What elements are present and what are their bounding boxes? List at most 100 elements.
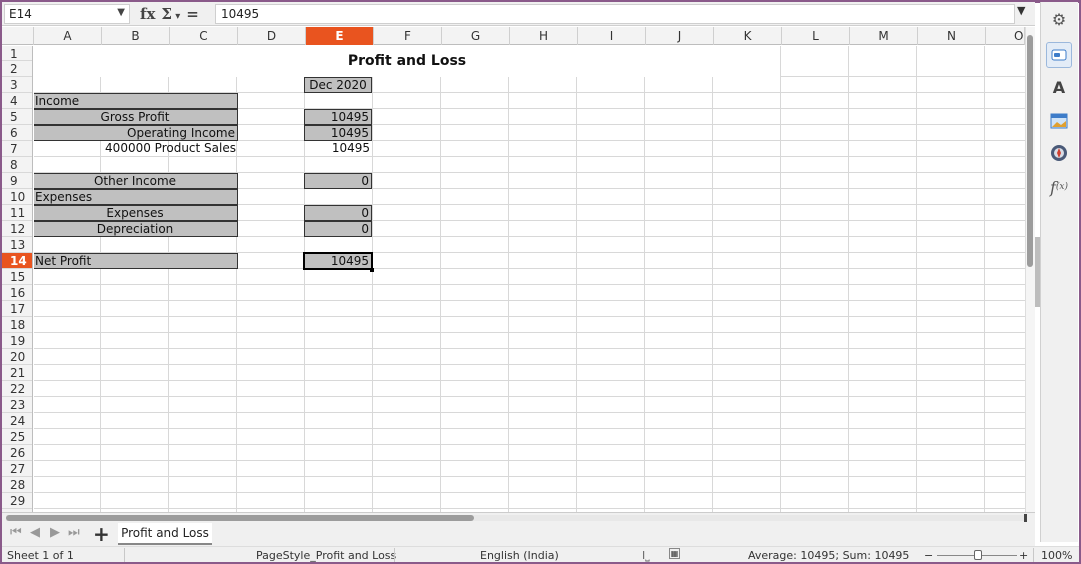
row-header[interactable]: 10	[2, 189, 32, 205]
last-sheet-icon[interactable]: ⏭	[68, 525, 80, 540]
depreciation-value-cell[interactable]: 0	[304, 221, 372, 237]
navigator-icon[interactable]	[1046, 140, 1072, 166]
row-header[interactable]: 6	[2, 125, 32, 141]
row-header[interactable]: 1	[2, 46, 32, 61]
column-header[interactable]: D	[238, 27, 306, 45]
row-header[interactable]: 9	[2, 173, 32, 189]
row-header[interactable]: 19	[2, 333, 32, 349]
row-header[interactable]: 25	[2, 429, 32, 445]
horizontal-scroll-thumb[interactable]	[6, 515, 474, 521]
row-header[interactable]: 26	[2, 445, 32, 461]
column-header[interactable]: A	[34, 27, 102, 45]
column-header[interactable]: M	[850, 27, 918, 45]
zoom-level[interactable]: 100%	[1041, 549, 1072, 562]
row-header[interactable]: 12	[2, 221, 32, 237]
gross-profit-label-cell[interactable]: Gross Profit	[34, 109, 238, 125]
grid-column-line	[916, 46, 917, 512]
fill-handle[interactable]	[370, 268, 374, 272]
row-header[interactable]: 20	[2, 349, 32, 365]
column-header-active[interactable]: E	[306, 27, 374, 45]
prev-sheet-icon[interactable]: ◀	[30, 525, 40, 540]
grid-column-line	[576, 46, 577, 512]
column-header[interactable]: J	[646, 27, 714, 45]
column-header[interactable]: K	[714, 27, 782, 45]
row-header[interactable]: 11	[2, 205, 32, 221]
functions-icon[interactable]: f (x)	[1046, 174, 1072, 200]
language[interactable]: English (India)	[480, 549, 559, 562]
equals-icon[interactable]: =	[186, 5, 199, 23]
expand-formula-icon[interactable]: ▼	[1017, 4, 1025, 17]
function-wizard-icon[interactable]: fx	[140, 5, 155, 23]
next-sheet-icon[interactable]: ▶	[50, 525, 60, 540]
column-header[interactable]: G	[442, 27, 510, 45]
insert-mode-icon[interactable]: I⎵	[642, 549, 650, 563]
row-header[interactable]: 18	[2, 317, 32, 333]
row-header[interactable]: 28	[2, 477, 32, 493]
row-header[interactable]: 24	[2, 413, 32, 429]
properties-icon[interactable]	[1046, 42, 1072, 68]
row-header[interactable]: 5	[2, 109, 32, 125]
vertical-scroll-thumb[interactable]	[1027, 35, 1033, 267]
spreadsheet-grid[interactable]: Profit and Loss Dec 2020 Income Gross Pr…	[34, 46, 1025, 512]
column-header[interactable]: O	[986, 27, 1025, 45]
zoom-out-button[interactable]: −	[924, 549, 933, 562]
income-label-cell[interactable]: Income	[34, 93, 238, 109]
expenses-value-cell[interactable]: 0	[304, 205, 372, 221]
sheet-tab-active[interactable]: Profit and Loss	[118, 523, 212, 545]
add-sheet-icon[interactable]: +	[93, 522, 110, 546]
name-box[interactable]: E14 ▼	[4, 4, 130, 24]
column-header[interactable]: L	[782, 27, 850, 45]
zoom-slider-knob[interactable]	[974, 550, 982, 560]
operating-income-value-cell[interactable]: 10495	[304, 125, 372, 141]
vertical-scrollbar[interactable]	[1025, 27, 1035, 512]
gallery-icon[interactable]	[1046, 108, 1072, 134]
other-income-value-cell[interactable]: 0	[304, 173, 372, 189]
row-header[interactable]: 27	[2, 461, 32, 477]
page-style[interactable]: PageStyle_Profit and Loss	[256, 549, 396, 562]
chevron-down-icon[interactable]: ▼	[117, 6, 125, 20]
column-header[interactable]: H	[510, 27, 578, 45]
formula-input[interactable]: 10495	[215, 4, 1015, 24]
row-header[interactable]: 13	[2, 237, 32, 253]
row-header[interactable]: 16	[2, 285, 32, 301]
row-header[interactable]: 23	[2, 397, 32, 413]
other-income-label-cell[interactable]: Other Income	[34, 173, 238, 189]
column-header[interactable]: B	[102, 27, 170, 45]
column-header[interactable]: I	[578, 27, 646, 45]
row-header[interactable]: 4	[2, 93, 32, 109]
row-header[interactable]: 3	[2, 77, 32, 93]
select-all-corner[interactable]	[2, 27, 34, 45]
expenses-label-cell[interactable]: Expenses	[34, 205, 238, 221]
grid-row-line	[34, 348, 1025, 349]
row-header[interactable]: 2	[2, 61, 32, 77]
net-profit-label-cell[interactable]: Net Profit	[34, 253, 238, 269]
first-sheet-icon[interactable]: ⏮	[10, 525, 22, 540]
horizontal-scrollbar[interactable]	[6, 514, 1027, 522]
product-sales-label-cell[interactable]: 400000 Product Sales	[34, 141, 238, 157]
column-header[interactable]: F	[374, 27, 442, 45]
row-header[interactable]: 22	[2, 381, 32, 397]
row-header[interactable]: 8	[2, 157, 32, 173]
expenses-header-cell[interactable]: Expenses	[34, 189, 238, 205]
row-header[interactable]: 15	[2, 269, 32, 285]
sum-icon[interactable]: Σ ▾	[161, 5, 180, 23]
row-header[interactable]: 14	[2, 253, 32, 269]
net-profit-value-cell-selected[interactable]: 10495	[303, 252, 373, 270]
grid-column-line	[780, 46, 781, 512]
row-header[interactable]: 29	[2, 493, 32, 509]
zoom-in-button[interactable]: +	[1019, 549, 1028, 562]
report-title[interactable]: Profit and Loss	[34, 46, 780, 77]
column-header[interactable]: C	[170, 27, 238, 45]
operating-income-label-cell[interactable]: Operating Income	[34, 125, 238, 141]
row-header[interactable]: 7	[2, 141, 32, 157]
depreciation-label-cell[interactable]: Depreciation	[34, 221, 238, 237]
product-sales-value-cell[interactable]: 10495	[304, 141, 372, 157]
gear-icon[interactable]: ⚙	[1046, 6, 1072, 32]
row-header[interactable]: 17	[2, 301, 32, 317]
gross-profit-value-cell[interactable]: 10495	[304, 109, 372, 125]
row-header[interactable]: 21	[2, 365, 32, 381]
period-header-cell[interactable]: Dec 2020	[304, 77, 372, 93]
column-header[interactable]: N	[918, 27, 986, 45]
styles-icon[interactable]: A	[1046, 74, 1072, 100]
selection-mode-icon[interactable]: ▦	[669, 548, 680, 559]
